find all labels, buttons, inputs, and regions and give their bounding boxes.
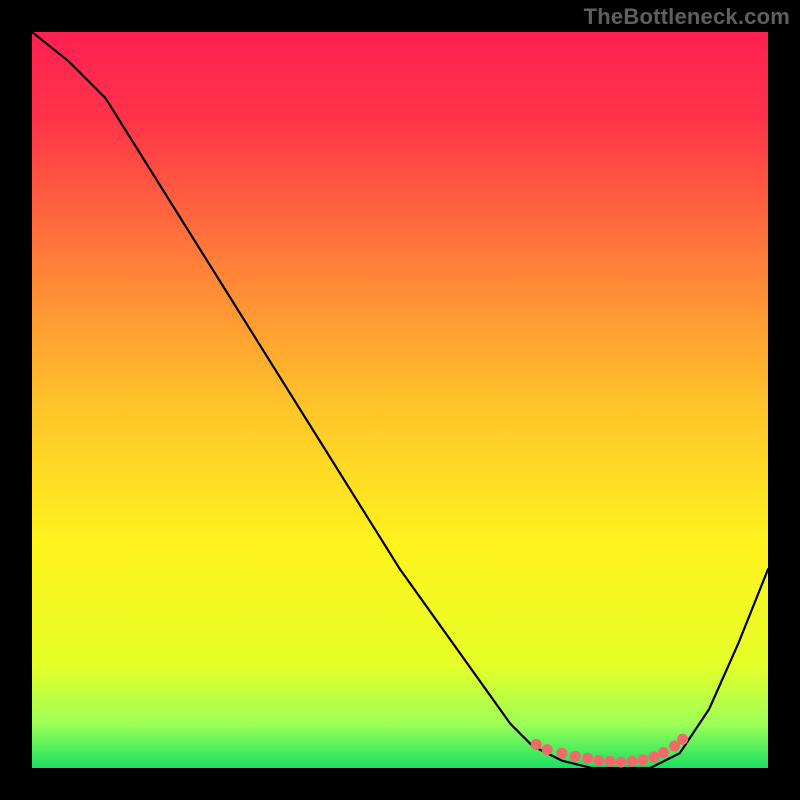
sweet-spot-dot bbox=[604, 756, 615, 767]
sweet-spot-dot bbox=[570, 751, 581, 762]
sweet-spot-dot bbox=[626, 756, 637, 767]
sweet-spot-dot bbox=[593, 755, 604, 766]
sweet-spot-dot bbox=[556, 748, 567, 759]
sweet-spot-dot bbox=[531, 739, 542, 750]
watermark-text: TheBottleneck.com bbox=[584, 4, 790, 30]
sweet-spot-dot bbox=[677, 734, 688, 745]
sweet-spot-dot bbox=[615, 757, 626, 768]
chart-frame: TheBottleneck.com bbox=[0, 0, 800, 800]
sweet-spot-dot bbox=[542, 744, 553, 755]
bottleneck-chart bbox=[32, 32, 768, 768]
sweet-spot-dot bbox=[648, 751, 659, 762]
chart-background bbox=[32, 32, 768, 768]
sweet-spot-dot bbox=[637, 754, 648, 765]
sweet-spot-dot bbox=[582, 753, 593, 764]
sweet-spot-dot bbox=[658, 747, 669, 758]
